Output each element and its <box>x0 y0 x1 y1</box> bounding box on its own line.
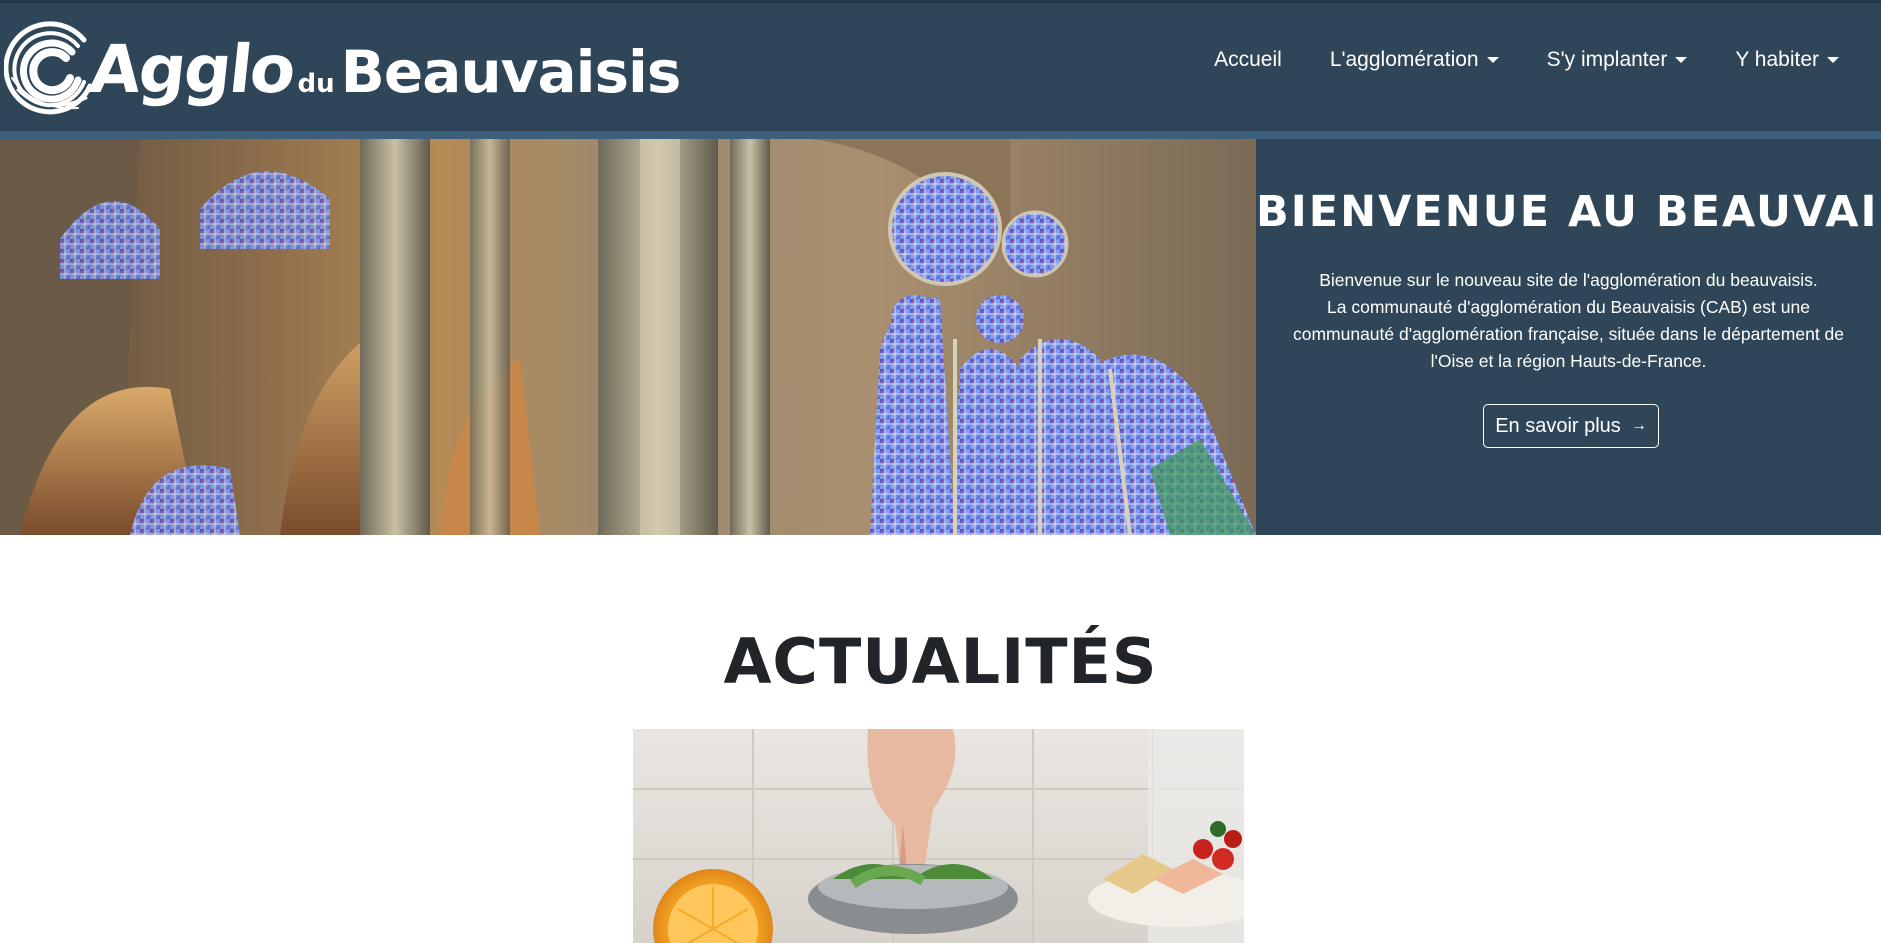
nav-item-accueil[interactable]: Accueil <box>1214 48 1282 72</box>
nav-item-label: S'y implanter <box>1546 48 1668 71</box>
hero-title: BIENVENUE AU BEAUVAISIS <box>1256 187 1881 237</box>
nav-item-agglomeration[interactable]: L'agglomération <box>1330 48 1499 72</box>
nav-item-label: L'agglomération <box>1329 48 1479 71</box>
brand-logo-link[interactable]: Agglo du Beauvaisis <box>4 17 682 122</box>
arrow-right-icon: → <box>1630 417 1647 434</box>
nav-item-label: Accueil <box>1214 48 1282 71</box>
caret-down-icon <box>1827 57 1839 63</box>
main-nav: Accueil L'agglomération S'y implanter Y … <box>1214 48 1839 72</box>
caret-down-icon <box>1486 57 1499 63</box>
brand-name-beauvaisis: Beauvaisis <box>340 38 682 106</box>
hero-text-line: Bienvenue sur le nouveau site de l'agglo… <box>1319 270 1818 290</box>
brand-name-agglo: Agglo <box>85 31 298 108</box>
nav-item-implanter[interactable]: S'y implanter <box>1547 48 1688 72</box>
caret-down-icon <box>1675 57 1688 63</box>
hero-panel: BIENVENUE AU BEAUVAISIS Bienvenue sur le… <box>1256 139 1881 535</box>
hero-cathedral-image <box>0 139 1256 535</box>
nav-item-label: Y habiter <box>1735 48 1819 71</box>
hero-section: BIENVENUE AU BEAUVAISIS Bienvenue sur le… <box>0 139 1881 535</box>
brand-name-du: du <box>297 69 335 99</box>
brand-name: Agglo du Beauvaisis <box>86 31 682 108</box>
news-card-image[interactable] <box>633 729 1244 943</box>
hero-description: Bienvenue sur le nouveau site de l'agglo… <box>1276 267 1861 375</box>
nav-item-habiter[interactable]: Y habiter <box>1735 48 1839 72</box>
learn-more-label: En savoir plus <box>1495 414 1621 437</box>
learn-more-button[interactable]: En savoir plus → <box>1483 404 1659 448</box>
navbar: Agglo du Beauvaisis Accueil L'agglomérat… <box>0 0 1881 139</box>
news-section-title: ACTUALITÉS <box>723 625 1158 698</box>
hero-text-line: La communauté d'agglomération du Beauvai… <box>1292 297 1845 371</box>
